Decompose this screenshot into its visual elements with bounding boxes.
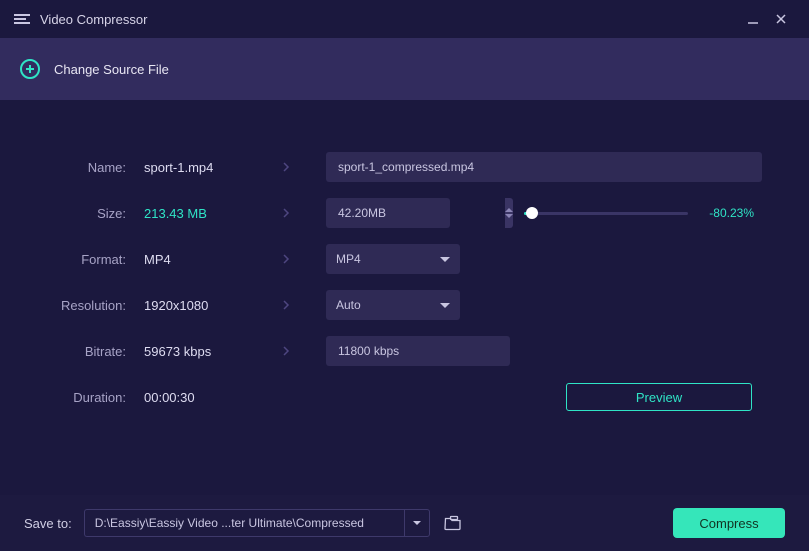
resolution-value: 1920x1080: [126, 298, 246, 313]
chevron-down-icon: [440, 303, 450, 308]
close-button[interactable]: [767, 5, 795, 33]
bitrate-value: 59673 kbps: [126, 344, 246, 359]
duration-value: 00:00:30: [126, 390, 246, 405]
name-label: Name:: [26, 160, 126, 175]
size-percent: -80.23%: [698, 206, 754, 220]
bitrate-input[interactable]: [326, 336, 510, 366]
row-size: Size: 213.43 MB -80.23%: [26, 190, 783, 236]
save-path-input[interactable]: [84, 509, 404, 537]
format-value: MP4: [126, 252, 246, 267]
row-bitrate: Bitrate: 59673 kbps: [26, 328, 783, 374]
size-label: Size:: [26, 206, 126, 221]
chevron-down-icon: [440, 257, 450, 262]
chevron-right-icon: [280, 161, 292, 173]
size-step-down[interactable]: [505, 214, 513, 218]
compress-button[interactable]: Compress: [673, 508, 785, 538]
plus-circle-icon: [20, 59, 40, 79]
size-spinner[interactable]: [505, 198, 513, 228]
format-select[interactable]: MP4: [326, 244, 460, 274]
chevron-right-icon: [280, 207, 292, 219]
minimize-button[interactable]: [739, 5, 767, 33]
change-source-label: Change Source File: [54, 62, 169, 77]
resolution-label: Resolution:: [26, 298, 126, 313]
duration-label: Duration:: [26, 390, 126, 405]
save-to-label: Save to:: [24, 516, 72, 531]
name-value: sport-1.mp4: [126, 160, 246, 175]
format-label: Format:: [26, 252, 126, 267]
size-step-up[interactable]: [505, 208, 513, 212]
chevron-right-icon: [280, 253, 292, 265]
change-source-bar[interactable]: Change Source File: [0, 38, 809, 100]
chevron-right-icon: [280, 299, 292, 311]
row-name: Name: sport-1.mp4: [26, 144, 783, 190]
app-icon: [14, 12, 30, 26]
titlebar: Video Compressor: [0, 0, 809, 38]
row-resolution: Resolution: 1920x1080 Auto: [26, 282, 783, 328]
output-name-input[interactable]: [326, 152, 762, 182]
row-duration: Duration: 00:00:30 Preview: [26, 374, 783, 420]
chevron-right-icon: [280, 345, 292, 357]
format-selected: MP4: [336, 252, 361, 266]
save-path-dropdown[interactable]: [404, 509, 430, 537]
app-title: Video Compressor: [40, 12, 147, 27]
size-value: 213.43 MB: [126, 206, 246, 221]
output-size-input[interactable]: [326, 206, 505, 220]
folder-icon: [444, 515, 462, 531]
resolution-select[interactable]: Auto: [326, 290, 460, 320]
chevron-down-icon: [413, 521, 421, 525]
row-format: Format: MP4 MP4: [26, 236, 783, 282]
size-slider[interactable]: [524, 212, 688, 215]
content-area: Name: sport-1.mp4 Size: 213.43 MB -: [0, 100, 809, 430]
output-size-stepper[interactable]: [326, 198, 450, 228]
open-folder-button[interactable]: [440, 510, 466, 536]
bitrate-label: Bitrate:: [26, 344, 126, 359]
size-slider-thumb[interactable]: [526, 207, 538, 219]
preview-button[interactable]: Preview: [566, 383, 752, 411]
footer: Save to: Compress: [0, 495, 809, 551]
resolution-selected: Auto: [336, 298, 361, 312]
